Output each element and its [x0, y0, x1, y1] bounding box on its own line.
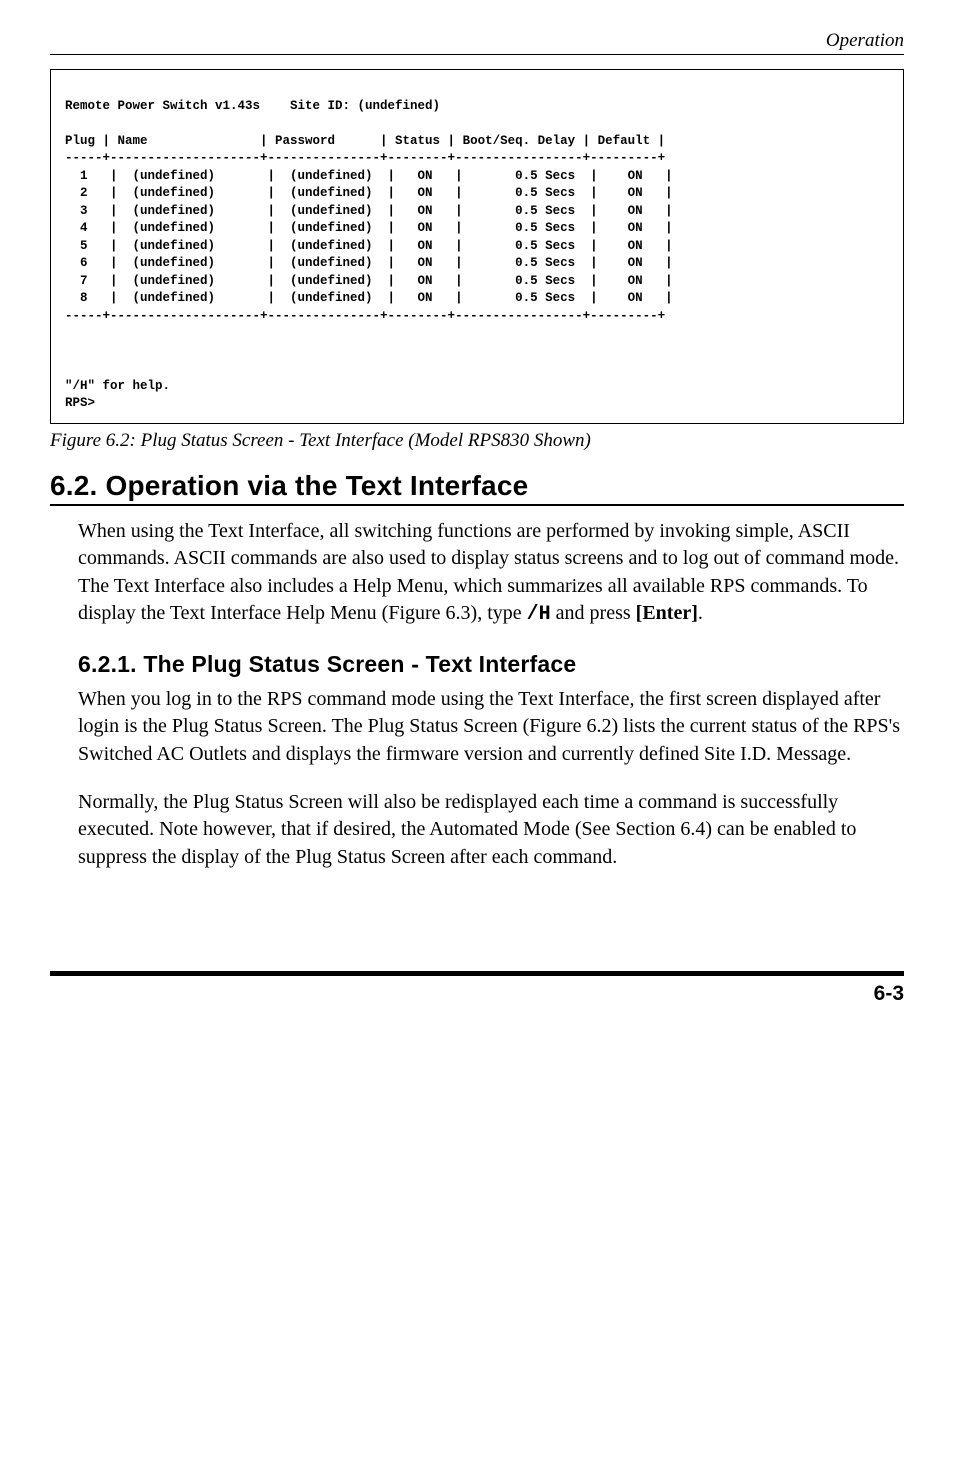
terminal-row: 1 | (undefined) | (undefined) | ON | 0.5… [65, 169, 673, 183]
para1-text-c: . [698, 602, 703, 624]
paragraph-1: When using the Text Interface, all switc… [50, 518, 904, 629]
paragraph-2: When you log in to the RPS command mode … [78, 686, 904, 769]
terminal-prompt: RPS> [65, 396, 95, 410]
terminal-title: Remote Power Switch v1.43s Site ID: (und… [65, 99, 440, 113]
terminal-separator: -----+--------------------+-------------… [65, 309, 665, 323]
code-h-command: /H [527, 603, 551, 626]
terminal-columns: Plug | Name | Password | Status | Boot/S… [65, 134, 665, 148]
terminal-row: 7 | (undefined) | (undefined) | ON | 0.5… [65, 274, 673, 288]
section-underline [50, 504, 904, 506]
footer-rule [50, 971, 904, 976]
figure-caption: Figure 6.2: Plug Status Screen - Text In… [50, 430, 904, 452]
terminal-row: 2 | (undefined) | (undefined) | ON | 0.5… [65, 186, 673, 200]
terminal-row: 6 | (undefined) | (undefined) | ON | 0.5… [65, 256, 673, 270]
terminal-row: 4 | (undefined) | (undefined) | ON | 0.5… [65, 221, 673, 235]
section-heading: 6.2. Operation via the Text Interface [50, 470, 904, 502]
header-rule [50, 54, 904, 55]
header-section-label: Operation [50, 30, 904, 54]
subsection-heading: 6.2.1. The Plug Status Screen - Text Int… [78, 651, 904, 678]
terminal-separator: -----+--------------------+-------------… [65, 151, 665, 165]
terminal-row: 8 | (undefined) | (undefined) | ON | 0.5… [65, 291, 673, 305]
terminal-help: "/H" for help. [65, 379, 170, 393]
para1-text-b: and press [551, 602, 636, 624]
terminal-output: Remote Power Switch v1.43s Site ID: (und… [50, 69, 904, 424]
enter-key: [Enter] [636, 602, 698, 624]
terminal-row: 5 | (undefined) | (undefined) | ON | 0.5… [65, 239, 673, 253]
para1-text-a: When using the Text Interface, all switc… [78, 520, 899, 625]
paragraph-3: Normally, the Plug Status Screen will al… [78, 789, 904, 872]
page-number: 6-3 [50, 982, 904, 1006]
terminal-row: 3 | (undefined) | (undefined) | ON | 0.5… [65, 204, 673, 218]
